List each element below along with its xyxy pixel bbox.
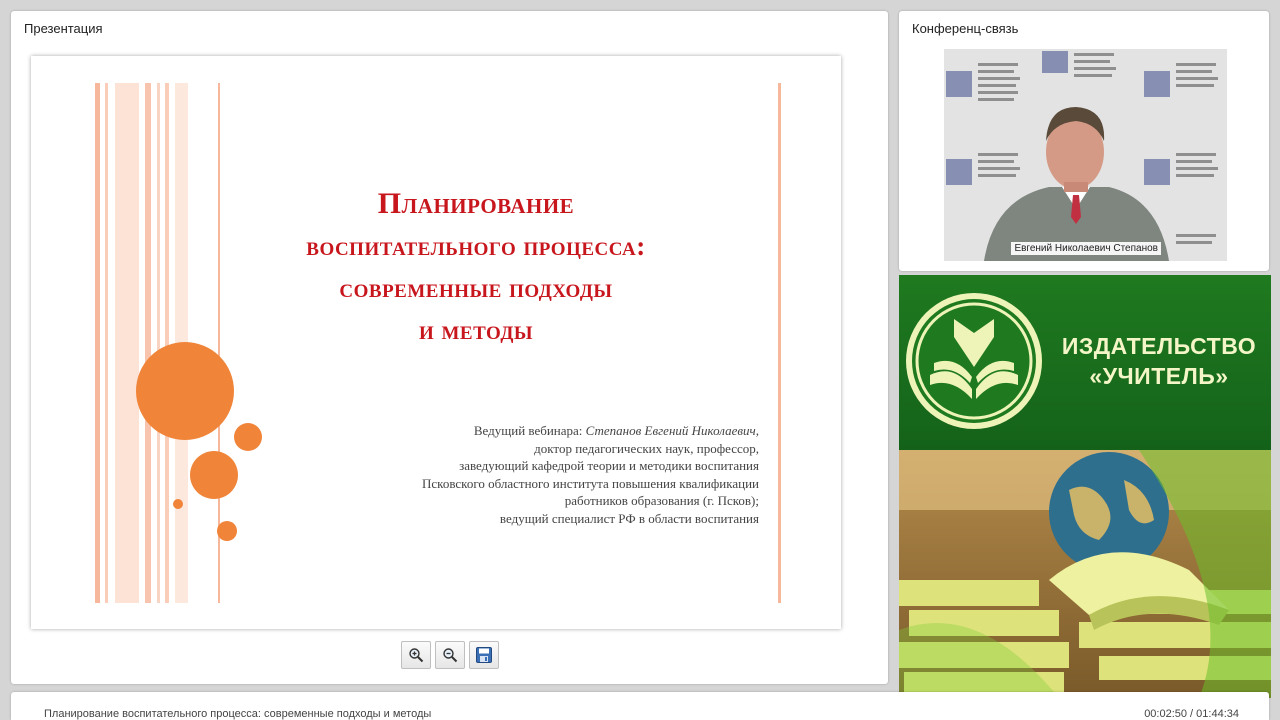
credits-speaker-name: Степанов Евгений Николаевич, — [585, 423, 759, 438]
slide-stripe — [115, 83, 139, 603]
credits-line: доктор педагогических наук, профессор, — [534, 440, 759, 456]
credits-prefix: Ведущий вебинара: — [473, 423, 586, 438]
slide-title-line: и методы — [418, 315, 534, 345]
slide-stripe — [145, 83, 151, 603]
slide-title-line: современные подходы — [339, 273, 613, 303]
slide-credits: Ведущий вебинара: Степанов Евгений Никол… — [239, 422, 759, 527]
zoom-out-button[interactable] — [435, 641, 465, 669]
slide-stripe — [157, 83, 160, 603]
credits-line: Псковского областного института повышени… — [422, 475, 759, 491]
presentation-panel: Презентация Планирование воспитательного… — [11, 11, 888, 684]
slide-stripe — [95, 83, 100, 603]
slide-stripe — [105, 83, 108, 603]
status-bar: Планирование воспитательного процесса: с… — [11, 692, 1269, 720]
decorative-circle — [173, 499, 183, 509]
speaker-video-frame — [944, 49, 1227, 261]
conference-panel-title: Конференц-связь — [912, 21, 1019, 36]
decorative-circle — [190, 451, 238, 499]
slide-title-line: Планирование — [377, 187, 575, 220]
credits-line: Ведущий вебинара: Степанов Евгений Никол… — [239, 422, 759, 440]
slide-title-line: воспитательного процесса: — [306, 231, 646, 261]
webinar-page: Презентация Планирование воспитательного… — [0, 0, 1280, 720]
slide-stripe — [778, 83, 781, 603]
credits-line: работников образования (г. Псков); — [564, 493, 759, 508]
decorative-circle — [136, 342, 234, 440]
publisher-banner[interactable]: ИЗДАТЕЛЬСТВО «УЧИТЕЛЬ» — [899, 275, 1271, 450]
publisher-name-line: ИЗДАТЕЛЬСТВО — [1061, 333, 1257, 359]
zoom-out-icon — [443, 648, 458, 663]
conference-panel: Конференц-связь Евгений Николаевич Степа… — [899, 11, 1269, 271]
speaker-video[interactable]: Евгений Николаевич Степанов — [944, 49, 1227, 261]
webinar-title: Планирование воспитательного процесса: с… — [44, 708, 432, 720]
zoom-in-icon — [409, 648, 424, 663]
save-icon — [476, 647, 492, 663]
publisher-books-image — [899, 450, 1271, 698]
publisher-name-line: «УЧИТЕЛЬ» — [1089, 363, 1229, 389]
presentation-slide: Планирование воспитательного процесса: с… — [31, 56, 841, 629]
zoom-in-button[interactable] — [401, 641, 431, 669]
credits-line: ведущий специалист РФ в области воспитан… — [499, 510, 759, 526]
books-globe-illustration — [899, 450, 1271, 698]
slide-stripe — [165, 83, 169, 603]
presentation-panel-title: Презентация — [24, 21, 103, 36]
publisher-name: ИЗДАТЕЛЬСТВО «УЧИТЕЛЬ» — [1059, 331, 1259, 391]
save-button[interactable] — [469, 641, 499, 669]
slide-title: Планирование воспитательного процесса: с… — [181, 183, 771, 351]
credits-line: заведующий кафедрой теории и методики во… — [459, 458, 759, 473]
decorative-circle — [217, 521, 237, 541]
slide-toolbar — [401, 641, 499, 669]
publisher-logo-icon — [906, 293, 1042, 429]
speaker-name-label: Евгений Николаевич Степанов — [1011, 242, 1161, 255]
playback-time: 00:02:50 / 01:44:34 — [1144, 708, 1239, 720]
